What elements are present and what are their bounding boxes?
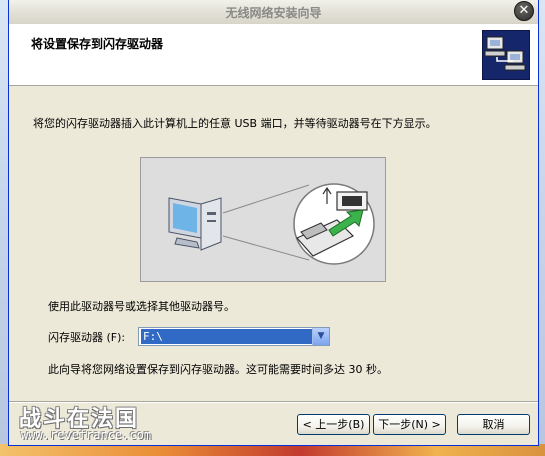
site-watermark: 战斗在法国 www.revefrance.com [19,401,159,445]
network-computers-icon [482,30,530,80]
computer-icon [168,197,222,251]
use-drive-instruction: 使用此驱动器号或选择其他驱动器号。 [48,300,235,313]
dropdown-arrow-icon[interactable]: ▼ [312,328,329,345]
back-button[interactable]: < 上一步(B) [297,414,370,435]
close-button[interactable]: ✕ [514,1,534,21]
window-title: 无线网络安装向导 [225,6,322,20]
intro-text: 将您的闪存驱动器插入此计算机上的任意 USB 端口，并等待驱动器号在下方显示。 [33,117,437,130]
desktop-background-right [539,0,545,456]
close-icon: ✕ [518,3,530,18]
save-info-text: 此向导将您网络设置保存到闪存驱动器。这可能需要时间多达 30 秒。 [48,363,388,376]
wizard-window: 无线网络安装向导 ✕ 将设置保存到闪存驱动器 将您的闪存驱动器插入此计算机上的任… [8,0,539,446]
drive-select-value: F:\ [141,329,313,344]
page-title: 将设置保存到闪存驱动器 [31,37,164,51]
computer-to-usb-drive-illustration [140,157,386,282]
drive-select[interactable]: F:\ ▼ [138,327,330,346]
drive-label: 闪存驱动器 (F): [48,331,126,344]
title-bar[interactable]: 无线网络安装向导 ✕ [9,0,538,25]
wizard-header: 将设置保存到闪存驱动器 [9,24,538,86]
watermark-url: www.revefrance.com [21,428,152,442]
next-button[interactable]: 下一步(N) > [373,414,446,435]
cancel-button[interactable]: 取消 [457,414,530,435]
desktop-background-left [0,0,8,456]
